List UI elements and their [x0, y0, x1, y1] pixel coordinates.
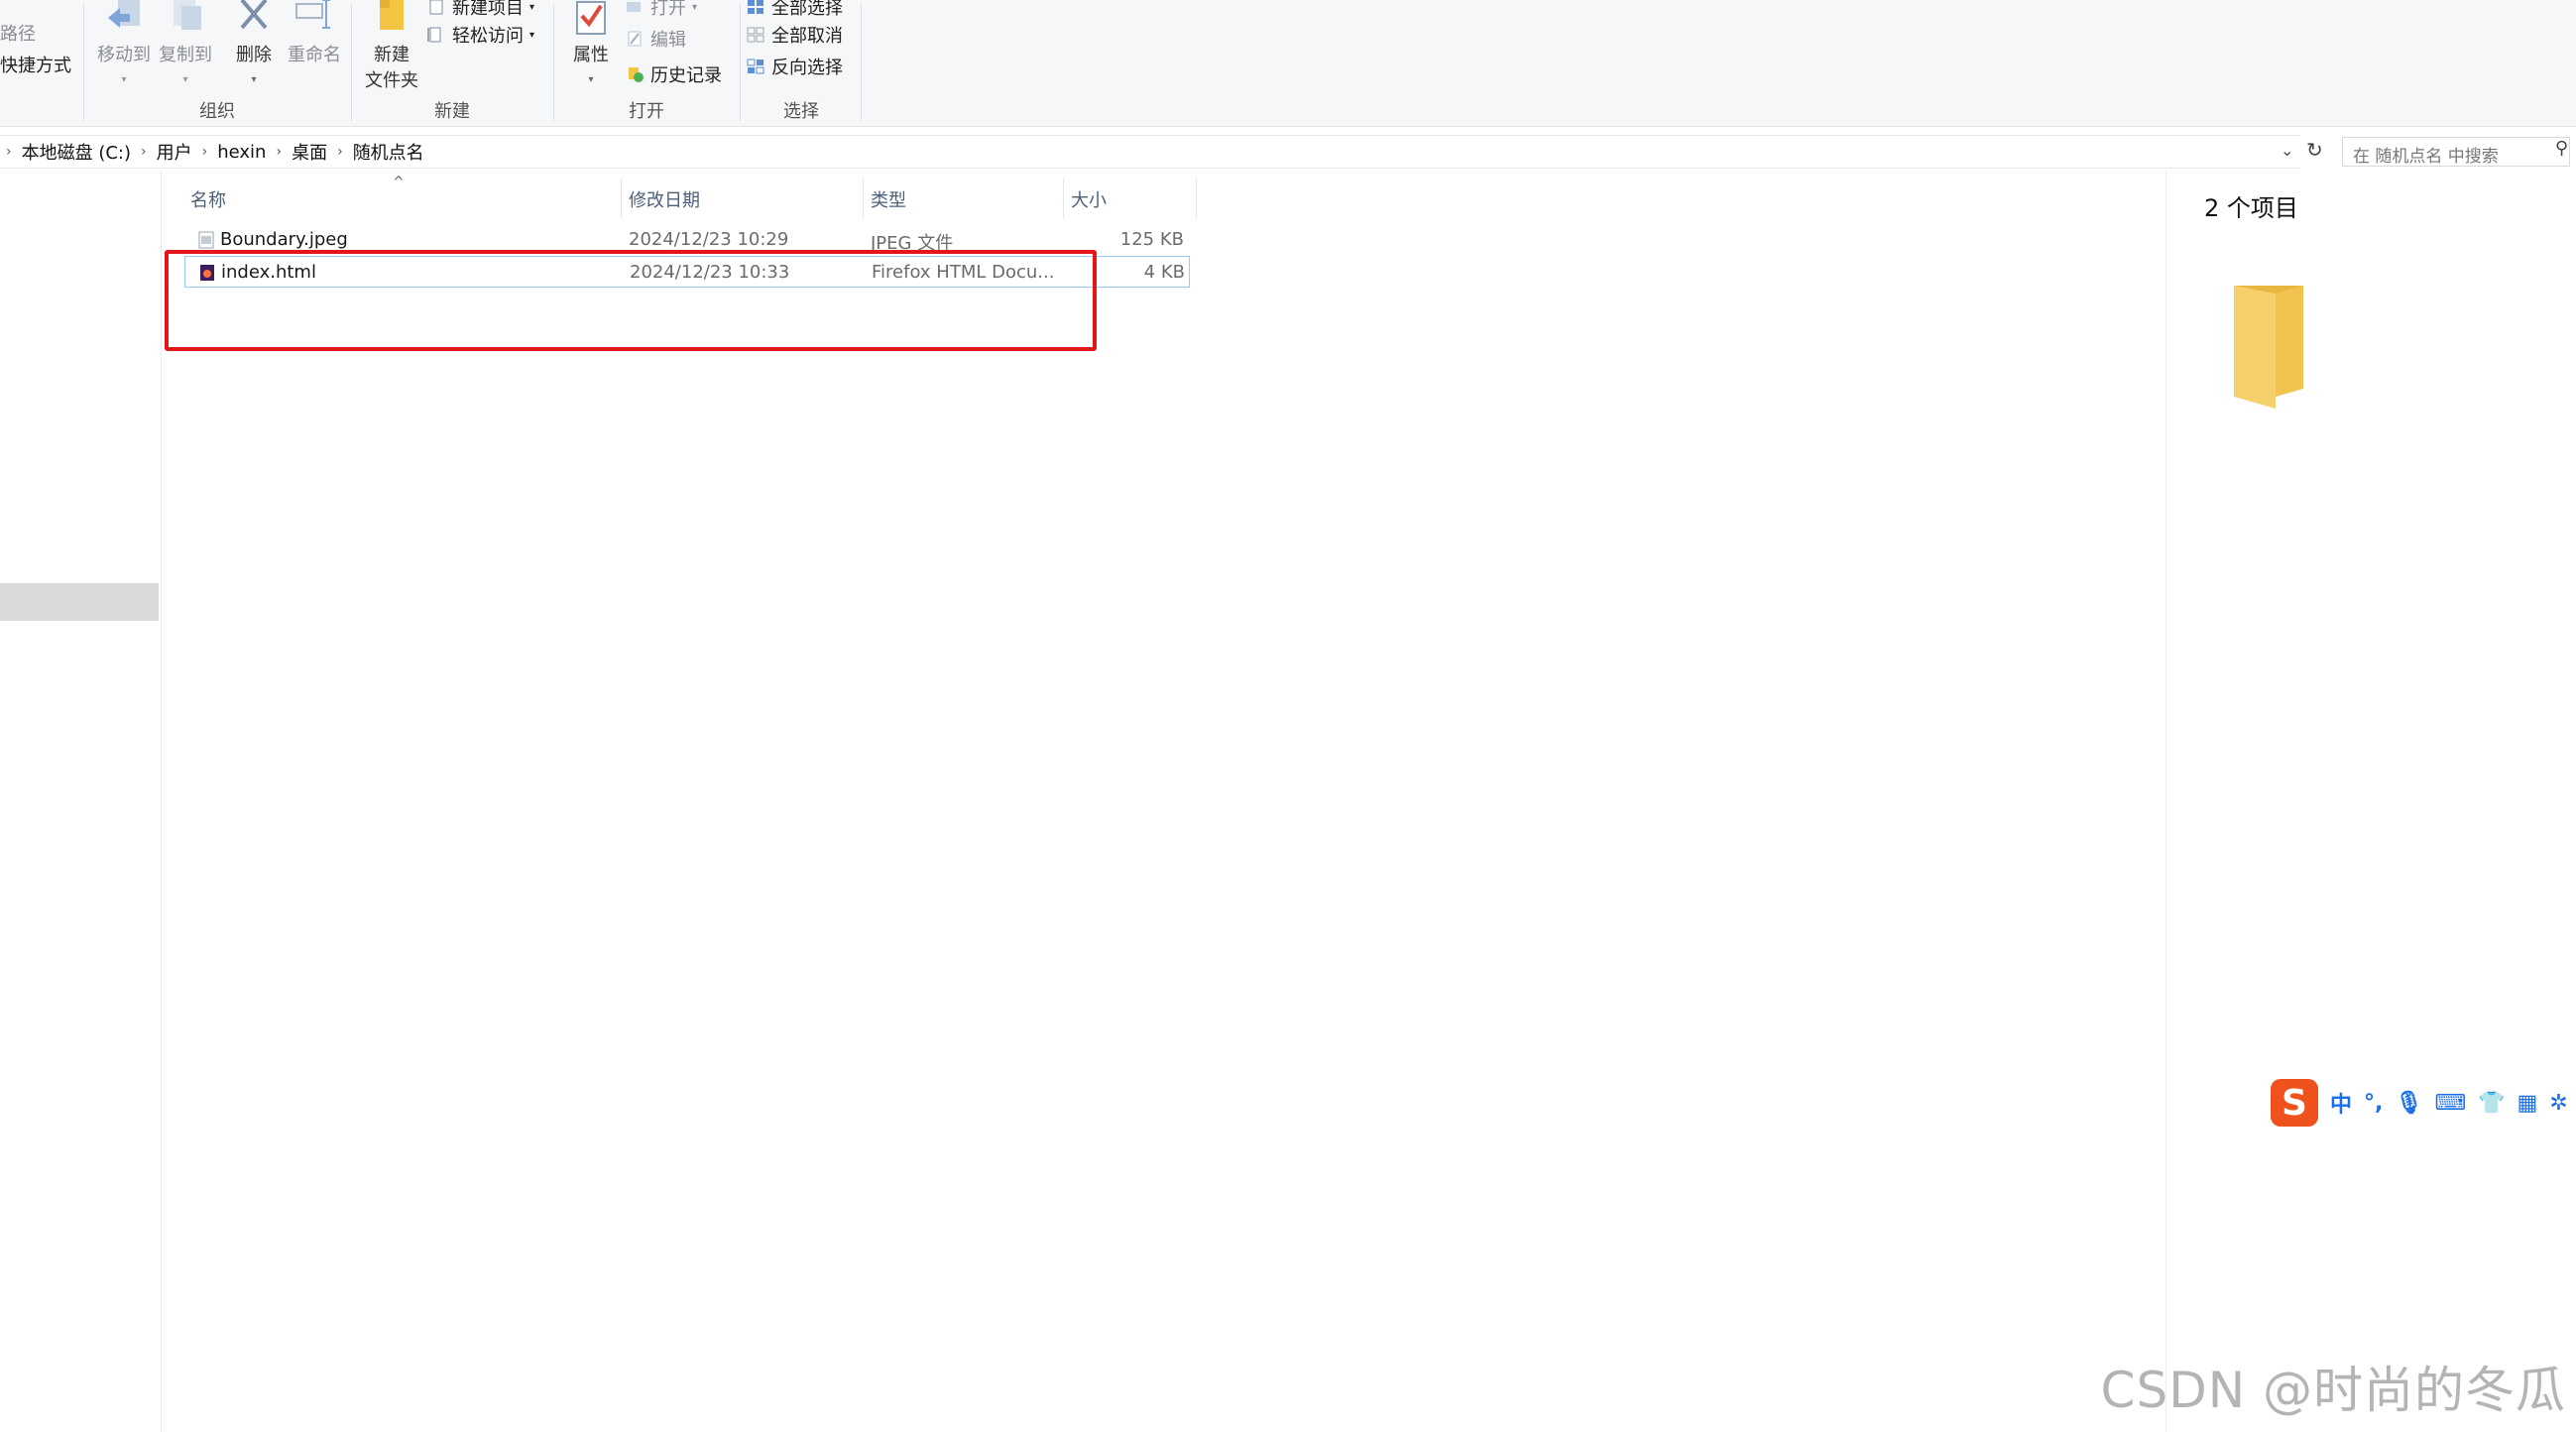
column-divider[interactable] — [863, 179, 864, 218]
move-to-button[interactable]: 移动到 ▾ — [89, 0, 159, 87]
microphone-icon[interactable]: 🎙 — [2395, 1091, 2422, 1116]
delete-button[interactable]: 删除 ▾ — [224, 0, 284, 87]
details-pane: 2 个项目 — [2166, 171, 2576, 1432]
chevron-down-icon: ▾ — [588, 74, 594, 85]
column-header-name[interactable]: 名称 — [190, 186, 226, 212]
sogou-logo-icon[interactable]: S — [2271, 1079, 2318, 1127]
column-divider[interactable] — [1063, 179, 1064, 218]
ribbon-divider — [83, 4, 84, 121]
breadcrumb-item[interactable]: 桌面 — [288, 139, 331, 165]
search-input[interactable]: 在 随机点名 中搜索 — [2342, 137, 2570, 167]
rename-button[interactable]: 重命名 — [280, 0, 349, 66]
highlight-annotation-box — [165, 250, 1097, 351]
new-item-button[interactable]: 新建项目 ▾ — [426, 0, 534, 20]
toolbox-grid-icon[interactable]: ▦ — [2517, 1091, 2537, 1116]
ime-chinese-mode[interactable]: 中 — [2330, 1087, 2352, 1119]
file-name: Boundary.jpeg — [220, 229, 348, 250]
chevron-down-icon: ▾ — [182, 74, 188, 85]
file-list: ^ 名称 修改日期 类型 大小 Boundary.jpeg 2024/12/23… — [175, 171, 2148, 1432]
open-button[interactable]: 打开 ▾ — [625, 0, 697, 20]
select-group: 全部选择 全部取消 反向选择 选择 — [742, 0, 861, 127]
history-icon — [629, 67, 644, 82]
delete-x-icon — [240, 0, 268, 30]
chevron-right-icon[interactable]: › — [135, 144, 153, 160]
rename-icon — [295, 0, 330, 29]
properties-button[interactable]: 属性 ▾ — [559, 0, 623, 87]
keyboard-icon[interactable]: ⌨ — [2434, 1091, 2466, 1116]
skin-shirt-icon[interactable]: 👕 — [2478, 1091, 2505, 1116]
ribbon-divider — [351, 4, 352, 121]
properties-check-icon — [576, 1, 606, 35]
watermark: CSDN @时尚的冬瓜 — [2100, 1362, 2566, 1419]
invert-selection-button[interactable]: 反向选择 — [746, 54, 843, 79]
select-group-label: 选择 — [783, 101, 819, 122]
chevron-right-icon: › — [6, 144, 12, 160]
new-item-icon — [429, 0, 443, 15]
column-divider[interactable] — [1196, 179, 1197, 218]
organize-group: 移动到 ▾ 复制到 ▾ 删除 ▾ 重命名 组织 — [85, 0, 349, 127]
new-folder-button[interactable]: 新建 文件夹 — [357, 0, 426, 92]
organize-group-label: 组织 — [199, 101, 235, 122]
sort-ascending-icon: ^ — [393, 175, 405, 190]
ime-punctuation[interactable]: °, — [2364, 1091, 2383, 1116]
select-all-button[interactable]: 全部选择 — [746, 0, 843, 20]
breadcrumb-item[interactable]: hexin — [213, 142, 270, 163]
copy-path-button[interactable]: 路径 — [0, 20, 36, 46]
search-icon[interactable]: ⚲ — [2555, 138, 2568, 159]
edit-button[interactable]: 编辑 — [625, 26, 686, 52]
folder-preview-icon — [2234, 286, 2303, 409]
address-dropdown-icon[interactable]: ⌄ — [2281, 141, 2293, 160]
move-to-icon — [108, 0, 140, 28]
paste-shortcut-button[interactable]: 快捷方式 — [0, 52, 71, 77]
file-date: 2024/12/23 10:29 — [629, 229, 789, 250]
column-header-size[interactable]: 大小 — [1071, 186, 1107, 212]
select-none-button[interactable]: 全部取消 — [746, 22, 843, 48]
select-none-icon — [747, 27, 764, 43]
select-all-icon — [748, 0, 763, 14]
file-explorer-window: 路径 快捷方式 移动到 ▾ 复制到 ▾ 删除 ▾ 重命名 组织 新建 文件夹 新… — [0, 0, 2576, 1432]
refresh-icon[interactable]: ↻ — [2306, 138, 2323, 162]
breadcrumb-item[interactable]: 用户 — [153, 139, 196, 165]
ribbon-divider — [553, 4, 554, 121]
ribbon: 路径 快捷方式 移动到 ▾ 复制到 ▾ 删除 ▾ 重命名 组织 新建 文件夹 新… — [0, 0, 2576, 127]
chevron-right-icon[interactable]: › — [196, 144, 214, 160]
chevron-right-icon[interactable]: › — [270, 144, 288, 160]
item-count: 2 个项目 — [2204, 194, 2298, 222]
settings-gear-icon[interactable]: ✲ — [2549, 1091, 2567, 1116]
copy-to-icon — [174, 0, 201, 30]
chevron-right-icon[interactable]: › — [331, 144, 349, 160]
jpeg-file-icon — [198, 231, 214, 249]
ribbon-divider — [861, 4, 862, 121]
easy-access-button[interactable]: 轻松访问 ▾ — [426, 22, 534, 48]
breadcrumb-item[interactable]: 随机点名 — [349, 139, 428, 165]
easy-access-icon — [427, 27, 441, 43]
edit-pencil-icon — [628, 31, 642, 47]
open-group-label: 打开 — [629, 101, 664, 122]
ime-toolbar[interactable]: S 中 °, 🎙 ⌨ 👕 ▦ ✲ — [2271, 1075, 2568, 1131]
column-header-type[interactable]: 类型 — [871, 186, 906, 212]
chevron-down-icon: ▾ — [121, 74, 127, 85]
column-header-date[interactable]: 修改日期 — [629, 186, 700, 212]
new-group-label: 新建 — [434, 101, 470, 122]
breadcrumb[interactable]: › 本地磁盘 (C:) › 用户 › hexin › 桌面 › 随机点名 — [0, 135, 2300, 169]
history-button[interactable]: 历史记录 — [625, 61, 722, 87]
copy-to-button[interactable]: 复制到 ▾ — [151, 0, 220, 87]
breadcrumb-item[interactable]: 本地磁盘 (C:) — [18, 139, 135, 165]
address-bar: › 本地磁盘 (C:) › 用户 › hexin › 桌面 › 随机点名 ⌄ ↻… — [0, 135, 2576, 169]
nav-selected-item[interactable] — [0, 583, 159, 621]
column-divider[interactable] — [621, 179, 622, 218]
invert-selection-icon — [747, 59, 764, 74]
open-group: 属性 ▾ 打开 ▾ 编辑 历史记录 打开 — [555, 0, 738, 127]
open-icon — [627, 2, 641, 12]
folder-icon — [380, 0, 404, 30]
chevron-down-icon: ▾ — [251, 74, 257, 85]
navigation-pane[interactable] — [0, 171, 162, 1432]
new-group: 新建 文件夹 新建项目 ▾ 轻松访问 ▾ 新建 — [353, 0, 551, 127]
ribbon-divider — [740, 4, 741, 121]
file-size: 125 KB — [1119, 229, 1184, 250]
